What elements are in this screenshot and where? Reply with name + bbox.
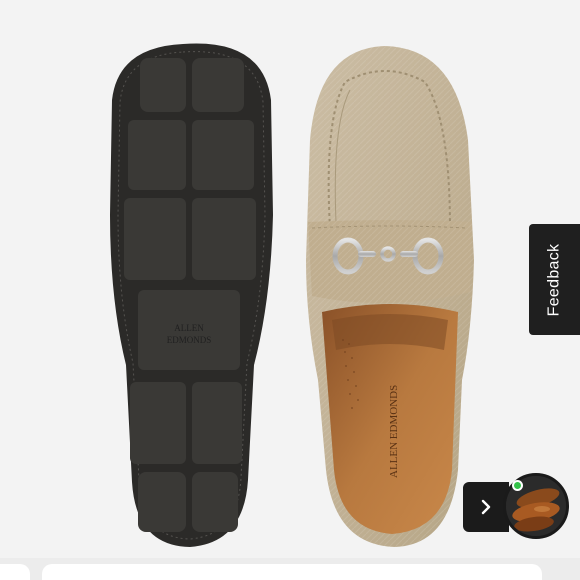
insole-brand-text: ALLEN EDMONDS bbox=[388, 385, 400, 478]
chevron-right-icon bbox=[481, 499, 491, 515]
sole-brand-stamp-line2: EDMONDS bbox=[167, 335, 212, 345]
bottom-card-left bbox=[0, 564, 30, 580]
online-status-dot bbox=[512, 480, 523, 491]
shoe-sole: ALLEN EDMONDS bbox=[110, 43, 273, 548]
shoe-upper: ALLEN EDMONDS bbox=[306, 46, 474, 547]
product-image: ALLEN EDMONDS ALLEN EDMONDS bbox=[0, 0, 580, 560]
sole-brand-stamp-line1: ALLEN bbox=[174, 323, 204, 333]
bottom-card bbox=[42, 564, 542, 580]
feedback-label: Feedback bbox=[545, 243, 563, 316]
feedback-button[interactable]: Feedback bbox=[529, 224, 580, 335]
